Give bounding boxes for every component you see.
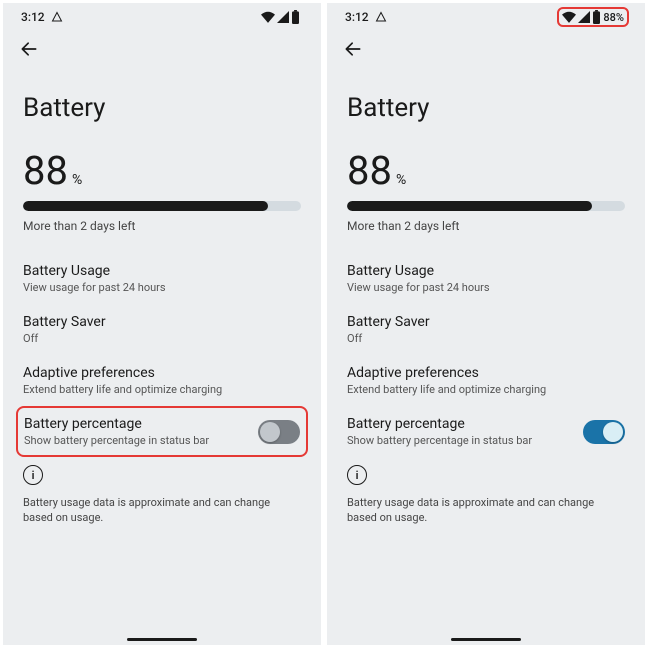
footnote: Battery usage data is approximate and ca…	[23, 495, 301, 526]
percent-symbol: %	[72, 172, 82, 188]
status-right	[258, 9, 305, 25]
status-right: 88%	[557, 7, 629, 27]
battery-bar-fill	[23, 201, 268, 211]
back-button[interactable]	[19, 39, 305, 59]
status-bar: 3:12 88%	[327, 3, 645, 27]
battery-value: 88	[23, 151, 68, 191]
battery-saver-item[interactable]: Battery Saver Off	[347, 304, 625, 355]
battery-bar	[347, 201, 625, 211]
signal-icon	[578, 11, 590, 23]
adaptive-desc: Extend battery life and optimize chargin…	[347, 383, 546, 396]
battery-percent-display: 88 %	[347, 151, 625, 191]
percentage-toggle[interactable]	[583, 420, 625, 444]
battery-percent-display: 88 %	[23, 151, 301, 191]
battery-usage-item[interactable]: Battery Usage View usage for past 24 hou…	[347, 253, 625, 304]
page-title: Battery	[347, 93, 625, 123]
signal-icon	[277, 11, 289, 23]
battery-icon	[291, 10, 300, 24]
battery-estimate: More than 2 days left	[347, 219, 625, 233]
warning-icon	[51, 11, 63, 23]
status-percent: 88%	[603, 11, 624, 24]
percent-symbol: %	[396, 172, 406, 188]
battery-value: 88	[347, 151, 392, 191]
battery-usage-desc: View usage for past 24 hours	[23, 281, 166, 294]
percentage-desc: Show battery percentage in status bar	[24, 434, 209, 447]
adaptive-desc: Extend battery life and optimize chargin…	[23, 383, 222, 396]
battery-bar-fill	[347, 201, 592, 211]
footnote: Battery usage data is approximate and ca…	[347, 495, 625, 526]
percentage-toggle[interactable]	[258, 420, 300, 444]
info-button[interactable]: i	[23, 465, 301, 485]
phone-right: 3:12 88% Battery 88 %	[327, 3, 645, 645]
battery-bar	[23, 201, 301, 211]
battery-percentage-item[interactable]: Battery percentage Show battery percenta…	[16, 406, 308, 457]
battery-usage-desc: View usage for past 24 hours	[347, 281, 490, 294]
adaptive-label: Adaptive preferences	[23, 365, 222, 381]
battery-saver-desc: Off	[23, 332, 106, 345]
adaptive-preferences-item[interactable]: Adaptive preferences Extend battery life…	[23, 355, 301, 406]
battery-percentage-item[interactable]: Battery percentage Show battery percenta…	[347, 406, 625, 457]
wifi-icon	[562, 11, 576, 23]
battery-usage-label: Battery Usage	[23, 263, 166, 279]
adaptive-label: Adaptive preferences	[347, 365, 546, 381]
warning-icon	[375, 11, 387, 23]
status-time: 3:12	[21, 10, 45, 24]
percentage-label: Battery percentage	[347, 416, 532, 432]
battery-saver-item[interactable]: Battery Saver Off	[23, 304, 301, 355]
battery-saver-label: Battery Saver	[347, 314, 430, 330]
battery-usage-label: Battery Usage	[347, 263, 490, 279]
back-button[interactable]	[343, 39, 629, 59]
nav-handle[interactable]	[451, 638, 521, 641]
battery-estimate: More than 2 days left	[23, 219, 301, 233]
battery-icon	[592, 10, 601, 24]
info-button[interactable]: i	[347, 465, 625, 485]
nav-handle[interactable]	[127, 638, 197, 641]
status-bar: 3:12	[3, 3, 321, 27]
info-icon: i	[23, 465, 43, 485]
adaptive-preferences-item[interactable]: Adaptive preferences Extend battery life…	[347, 355, 625, 406]
battery-usage-item[interactable]: Battery Usage View usage for past 24 hou…	[23, 253, 301, 304]
wifi-icon	[261, 11, 275, 23]
info-icon: i	[347, 465, 367, 485]
status-time: 3:12	[345, 10, 369, 24]
battery-saver-label: Battery Saver	[23, 314, 106, 330]
percentage-label: Battery percentage	[24, 416, 209, 432]
phone-left: 3:12 Battery 88 %	[3, 3, 321, 645]
page-title: Battery	[23, 93, 301, 123]
battery-saver-desc: Off	[347, 332, 430, 345]
percentage-desc: Show battery percentage in status bar	[347, 434, 532, 447]
